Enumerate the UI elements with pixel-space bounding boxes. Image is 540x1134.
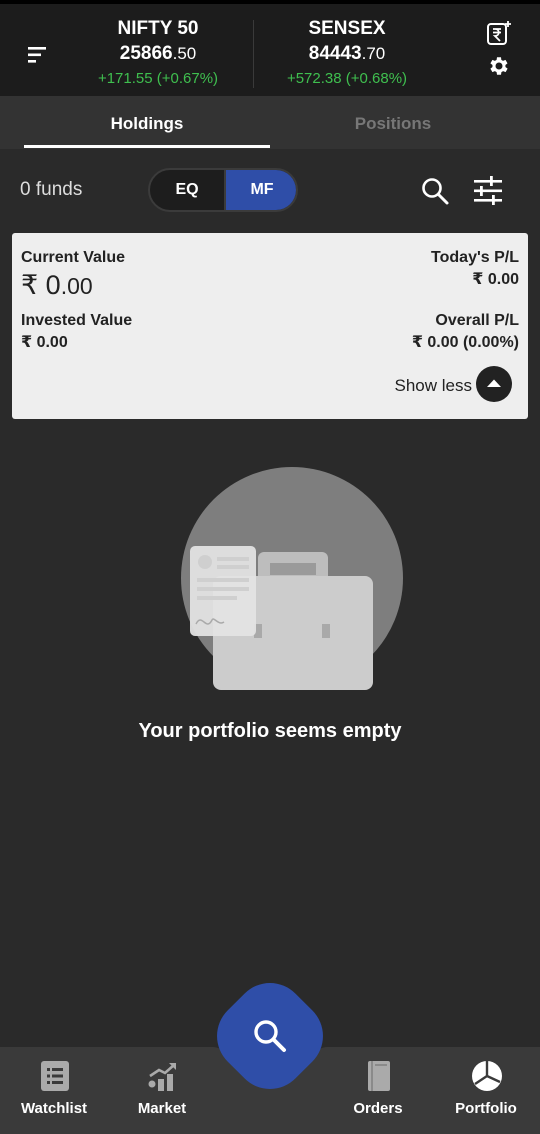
search-icon[interactable] (420, 176, 450, 206)
settings-gear-icon[interactable] (486, 54, 510, 78)
header-divider (253, 20, 254, 88)
nav-market[interactable]: Market (112, 1047, 212, 1134)
nav-label-watchlist: Watchlist (20, 1100, 88, 1117)
top-header: NIFTY 50 25866.50 +171.55 (+0.67%) SENSE… (0, 0, 540, 96)
overall-pl-label: Overall P/L (435, 312, 519, 329)
empty-portfolio-message: Your portfolio seems empty (138, 720, 402, 742)
orders-book-icon (368, 1061, 390, 1091)
market-chart-icon (148, 1063, 176, 1091)
nifty-value: 25866.50 (119, 43, 197, 64)
menu-icon[interactable] (26, 44, 50, 66)
show-less-button[interactable] (476, 366, 512, 402)
todays-pl-value: ₹ 0.00 (472, 271, 519, 288)
todays-pl-label: Today's P/L (431, 249, 519, 266)
invested-value: ₹ 0.00 (21, 334, 68, 351)
sensex-value: 84443.70 (308, 43, 386, 64)
nav-watchlist[interactable]: Watchlist (4, 1047, 104, 1134)
tab-positions[interactable]: Positions (270, 114, 516, 134)
nifty-name: NIFTY 50 (117, 18, 199, 39)
sensex-name: SENSEX (308, 18, 386, 39)
sensex-index[interactable]: SENSEX 84443.70 +572.38 (+0.68%) (257, 18, 437, 87)
nav-portfolio[interactable]: Portfolio (436, 1047, 536, 1134)
toggle-eq[interactable]: EQ (150, 170, 224, 210)
portfolio-summary-card: Current Value ₹ 0.00 Today's P/L ₹ 0.00 … (12, 233, 528, 419)
nav-label-orders: Orders (353, 1100, 403, 1117)
nav-label-market: Market (137, 1100, 187, 1117)
chevron-up-icon (487, 379, 501, 387)
nifty-index[interactable]: NIFTY 50 25866.50 +171.55 (+0.67%) (68, 18, 248, 87)
current-value-label: Current Value (21, 249, 126, 266)
active-tab-indicator (24, 145, 270, 148)
filter-sliders-icon[interactable] (472, 176, 504, 206)
add-funds-icon[interactable] (486, 20, 512, 46)
tab-holdings[interactable]: Holdings (24, 114, 270, 134)
nav-label-portfolio: Portfolio (455, 1100, 517, 1117)
pie-chart-icon (472, 1061, 502, 1091)
overall-pl-value: ₹ 0.00 (0.00%) (411, 334, 519, 351)
sensex-change: +572.38 (+0.68%) (286, 70, 408, 87)
funds-bar: 0 funds EQ MF (0, 149, 540, 233)
nav-orders[interactable]: Orders (328, 1047, 428, 1134)
nifty-change: +171.55 (+0.67%) (97, 70, 219, 87)
show-less-label[interactable]: Show less (395, 376, 472, 396)
empty-portfolio-briefcase-icon (190, 546, 373, 690)
eq-mf-toggle: EQ MF (148, 168, 298, 212)
current-value: ₹ 0.00 (21, 270, 93, 300)
funds-count: 0 funds (20, 179, 83, 200)
toggle-mf[interactable]: MF (224, 170, 296, 210)
search-fab-icon (254, 1020, 286, 1052)
watchlist-icon (41, 1061, 69, 1091)
invested-value-label: Invested Value (21, 312, 133, 329)
portfolio-tabs: Holdings Positions (0, 96, 540, 149)
